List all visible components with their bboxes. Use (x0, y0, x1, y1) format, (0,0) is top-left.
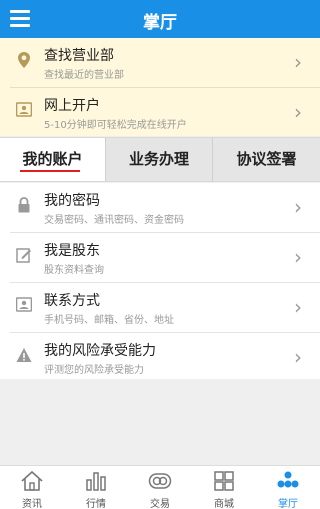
app-header: 掌厅 (0, 0, 320, 38)
tab-agreements-label: 协议签署 (236, 150, 297, 168)
nav-market[interactable]: 行情 (64, 466, 128, 509)
contact-subtitle: 手机号码、邮箱、省份、地址 (44, 315, 174, 326)
location-pin-icon (18, 52, 30, 68)
password-subtitle: 交易密码、通讯密码、资金密码 (44, 215, 184, 226)
risk-subtitle: 评测您的风险承受能力 (44, 365, 144, 376)
tab-my-account-label: 我的账户 (22, 150, 83, 168)
top-panel: 查找营业部 查找最近的营业部 › 网上开户 5-10分钟即可轻松完成在线开户 › (0, 38, 320, 136)
online-account-title: 网上开户 (44, 98, 100, 114)
nav-news-label: 资讯 (22, 499, 42, 509)
find-branch-title: 查找营业部 (44, 48, 114, 64)
nav-mall-label: 商城 (214, 499, 234, 509)
edit-icon (16, 248, 31, 263)
nav-hall[interactable]: 掌厅 (256, 466, 320, 509)
list-item-risk[interactable]: 我的风险承受能力 评测您的风险承受能力 › (0, 333, 320, 382)
shareholder-title: 我是股东 (44, 243, 100, 259)
online-account-item[interactable]: 网上开户 5-10分钟即可轻松完成在线开户 › (0, 88, 320, 137)
password-title: 我的密码 (44, 193, 100, 209)
people-icon (277, 471, 299, 488)
nav-mall[interactable]: 商城 (192, 466, 256, 509)
nav-market-label: 行情 (86, 499, 106, 509)
nav-trade[interactable]: 交易 (128, 466, 192, 509)
active-tab-indicator (20, 170, 80, 172)
chevron-right-icon: › (294, 100, 302, 124)
find-branch-subtitle: 查找最近的营业部 (44, 70, 124, 81)
find-branch-item[interactable]: 查找营业部 查找最近的营业部 › (0, 38, 320, 87)
nav-hall-label: 掌厅 (278, 499, 298, 509)
lock-icon (18, 197, 30, 213)
id-card-icon (16, 102, 32, 117)
tab-my-account[interactable]: 我的账户 (0, 138, 105, 181)
chevron-right-icon: › (294, 345, 302, 369)
shareholder-subtitle: 股东资料查询 (44, 265, 104, 276)
chevron-right-icon: › (294, 245, 302, 269)
contact-title: 联系方式 (44, 293, 100, 309)
warning-icon (16, 348, 32, 362)
chevron-right-icon: › (294, 50, 302, 74)
account-list: 我的密码 交易密码、通讯密码、资金密码 › 我是股东 股东资料查询 › 联系方式… (0, 183, 320, 379)
tab-business-label: 业务办理 (128, 150, 189, 168)
grid-icon (214, 471, 234, 491)
nav-news[interactable]: 资讯 (0, 466, 64, 509)
bottom-nav: 资讯 行情 交易 商城 掌厅 (0, 465, 320, 509)
chevron-right-icon: › (294, 195, 302, 219)
tab-bar: 我的账户 业务办理 协议签署 (0, 137, 320, 182)
home-icon (21, 470, 43, 491)
nav-trade-label: 交易 (150, 499, 170, 509)
list-item-contact[interactable]: 联系方式 手机号码、邮箱、省份、地址 › (0, 283, 320, 332)
exchange-icon (148, 473, 172, 489)
risk-title: 我的风险承受能力 (44, 343, 156, 359)
online-account-subtitle: 5-10分钟即可轻松完成在线开户 (44, 120, 187, 131)
bar-chart-icon (86, 472, 106, 491)
chevron-right-icon: › (294, 295, 302, 319)
tab-business[interactable]: 业务办理 (106, 138, 212, 181)
tab-agreements[interactable]: 协议签署 (213, 138, 320, 181)
page-title: 掌厅 (143, 13, 177, 33)
list-item-password[interactable]: 我的密码 交易密码、通讯密码、资金密码 › (0, 183, 320, 232)
list-item-shareholder[interactable]: 我是股东 股东资料查询 › (0, 233, 320, 282)
contact-card-icon (16, 297, 32, 312)
